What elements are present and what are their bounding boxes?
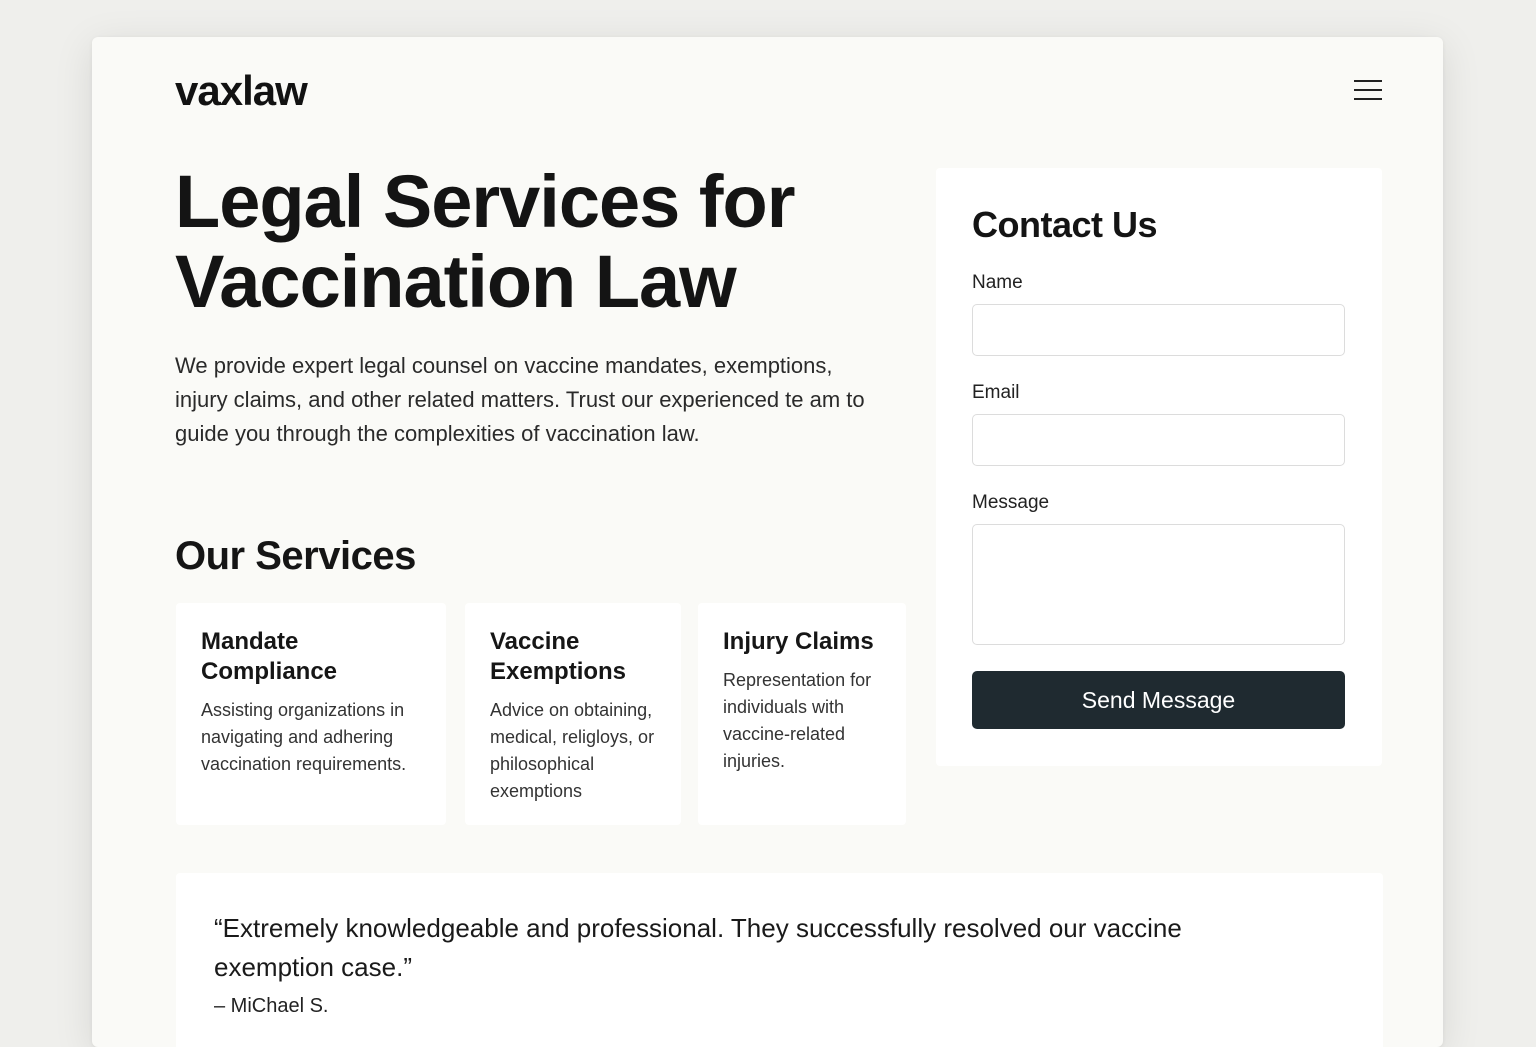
page-container: vaxlaw Legal Services for Vaccination La…	[92, 37, 1443, 1047]
contact-form: Contact Us Name Email Message Send Messa…	[936, 168, 1382, 766]
service-card-injury-claims[interactable]: Injury Claims Representation for individ…	[698, 603, 906, 825]
service-card-mandate-compliance[interactable]: Mandate Compliance Assisting organizatio…	[176, 603, 446, 825]
message-label: Message	[972, 492, 1050, 513]
hero-title: Legal Services for Vaccination Law	[175, 160, 796, 323]
service-card-description: Assisting organizations in navigating an…	[201, 700, 407, 774]
send-message-button[interactable]: Send Message	[972, 671, 1345, 729]
menu-bar	[1354, 80, 1382, 82]
name-field[interactable]	[972, 304, 1345, 356]
service-card-title: Vaccine Exemptions	[490, 628, 627, 685]
testimonial: “Extremely knowledgeable and professiona…	[176, 873, 1383, 1047]
testimonial-quote: “Extremely knowledgeable and professiona…	[214, 913, 1182, 982]
menu-bar	[1354, 89, 1382, 91]
menu-bar	[1354, 98, 1382, 100]
service-card-description: Advice on obtaining, medical, religloys,…	[490, 700, 655, 801]
contact-heading: Contact Us	[972, 204, 1158, 245]
email-label: Email	[972, 382, 1020, 403]
testimonial-author: – MiChael S.	[214, 995, 329, 1017]
service-card-description: Representation for individuals with vacc…	[723, 670, 872, 771]
service-card-title: Injury Claims	[723, 628, 874, 655]
message-field[interactable]	[972, 524, 1345, 645]
services-heading: Our Services	[175, 534, 416, 578]
hamburger-menu-icon[interactable]	[1350, 77, 1386, 103]
email-field[interactable]	[972, 414, 1345, 466]
logo[interactable]: vaxlaw	[175, 67, 308, 115]
name-label: Name	[972, 272, 1023, 293]
service-card-title: Mandate Compliance	[201, 628, 338, 685]
hero-description: We provide expert legal counsel on vacci…	[175, 353, 865, 446]
service-card-vaccine-exemptions[interactable]: Vaccine Exemptions Advice on obtaining, …	[465, 603, 681, 825]
